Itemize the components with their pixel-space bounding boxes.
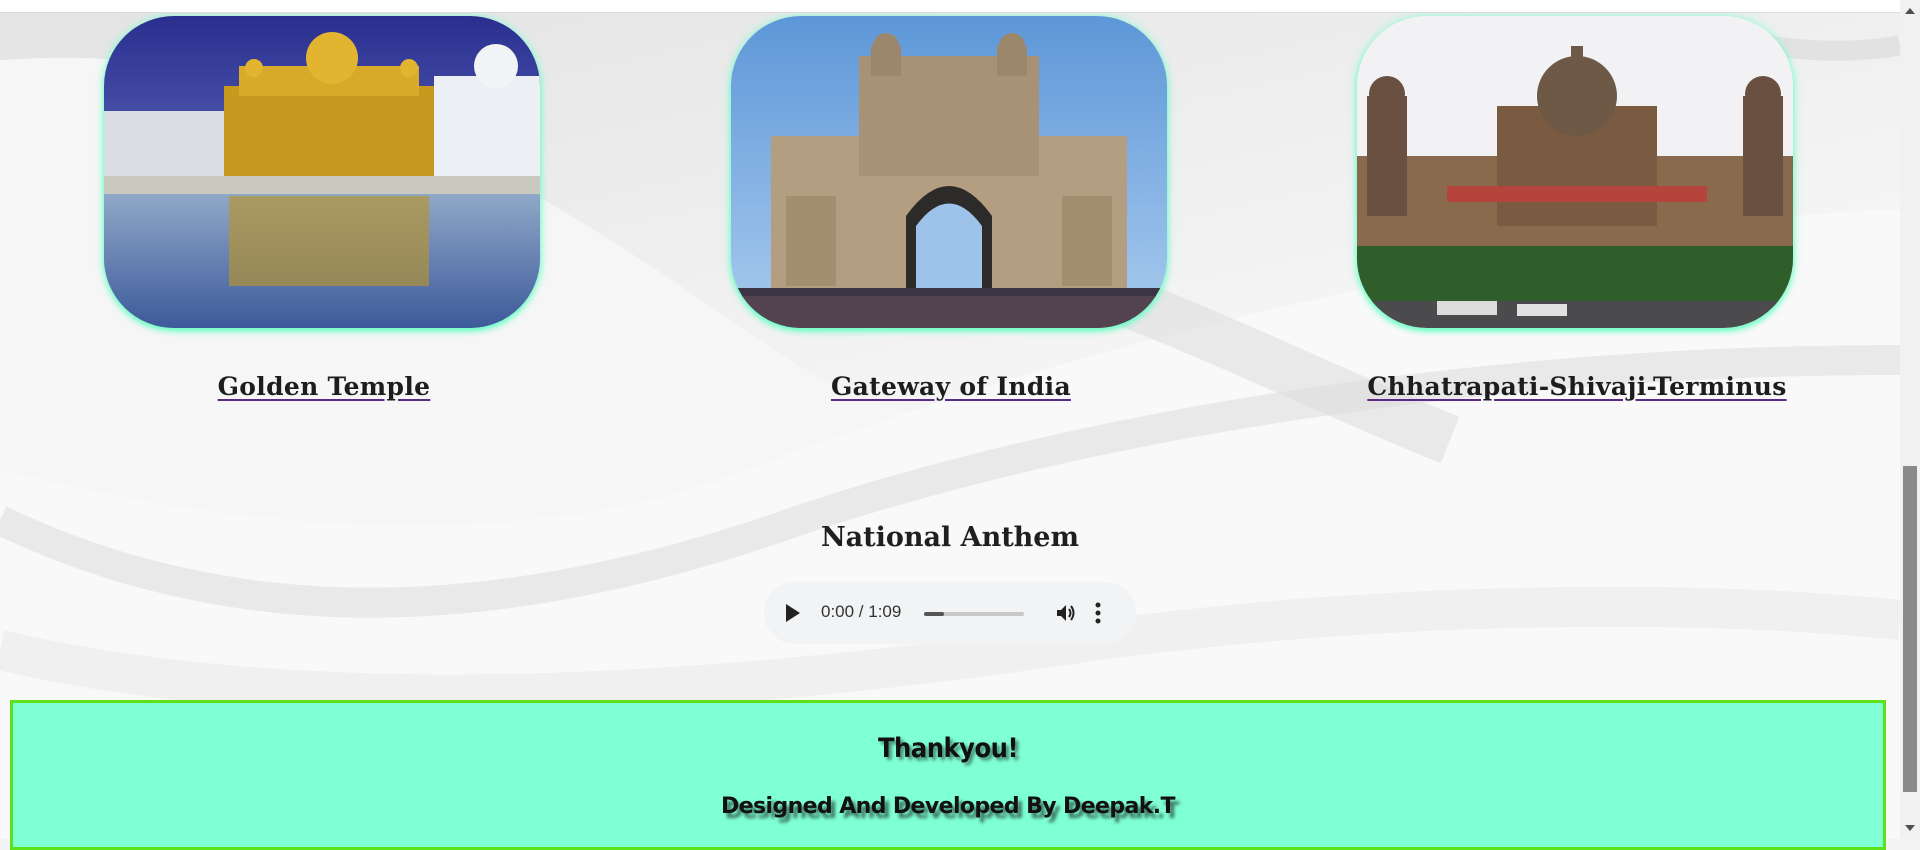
anthem-title: National Anthem <box>820 522 1080 553</box>
audio-time: 0:00 / 1:09 <box>821 602 902 621</box>
scroll-down-icon[interactable] <box>1905 825 1915 831</box>
audio-progress-fill <box>924 612 944 616</box>
place-card-gateway-of-india: Gateway of India <box>731 16 1171 401</box>
audio-player[interactable]: 0:00 / 1:09 <box>764 582 1136 644</box>
scroll-up-icon[interactable] <box>1905 8 1915 14</box>
volume-icon[interactable] <box>1054 601 1078 625</box>
place-card-chhatrapati-shivaji-terminus: Chhatrapati-Shivaji-Terminus <box>1357 16 1797 401</box>
golden-temple-image[interactable] <box>104 16 540 328</box>
scrollbar-thumb[interactable] <box>1903 466 1917 792</box>
more-options-icon[interactable] <box>1095 602 1101 624</box>
audio-progress-track[interactable] <box>924 612 1024 616</box>
vertical-scrollbar[interactable] <box>1900 0 1920 839</box>
play-icon[interactable] <box>786 604 800 622</box>
footer-credit: Designed And Developed By Deepak.T <box>721 794 1175 819</box>
footer-thanks: Thankyou! <box>877 733 1019 764</box>
gateway-of-india-image[interactable] <box>731 16 1167 328</box>
place-link-golden-temple[interactable]: Golden Temple <box>218 372 431 401</box>
anthem-section: National Anthem <box>0 522 1900 553</box>
place-link-chhatrapati-shivaji-terminus[interactable]: Chhatrapati-Shivaji-Terminus <box>1367 372 1786 401</box>
top-border <box>0 0 1900 13</box>
footer: Thankyou! Designed And Developed By Deep… <box>10 700 1886 850</box>
place-link-gateway-of-india[interactable]: Gateway of India <box>831 372 1071 401</box>
chhatrapati-shivaji-terminus-image[interactable] <box>1357 16 1793 328</box>
place-card-golden-temple: Golden Temple <box>104 16 544 401</box>
